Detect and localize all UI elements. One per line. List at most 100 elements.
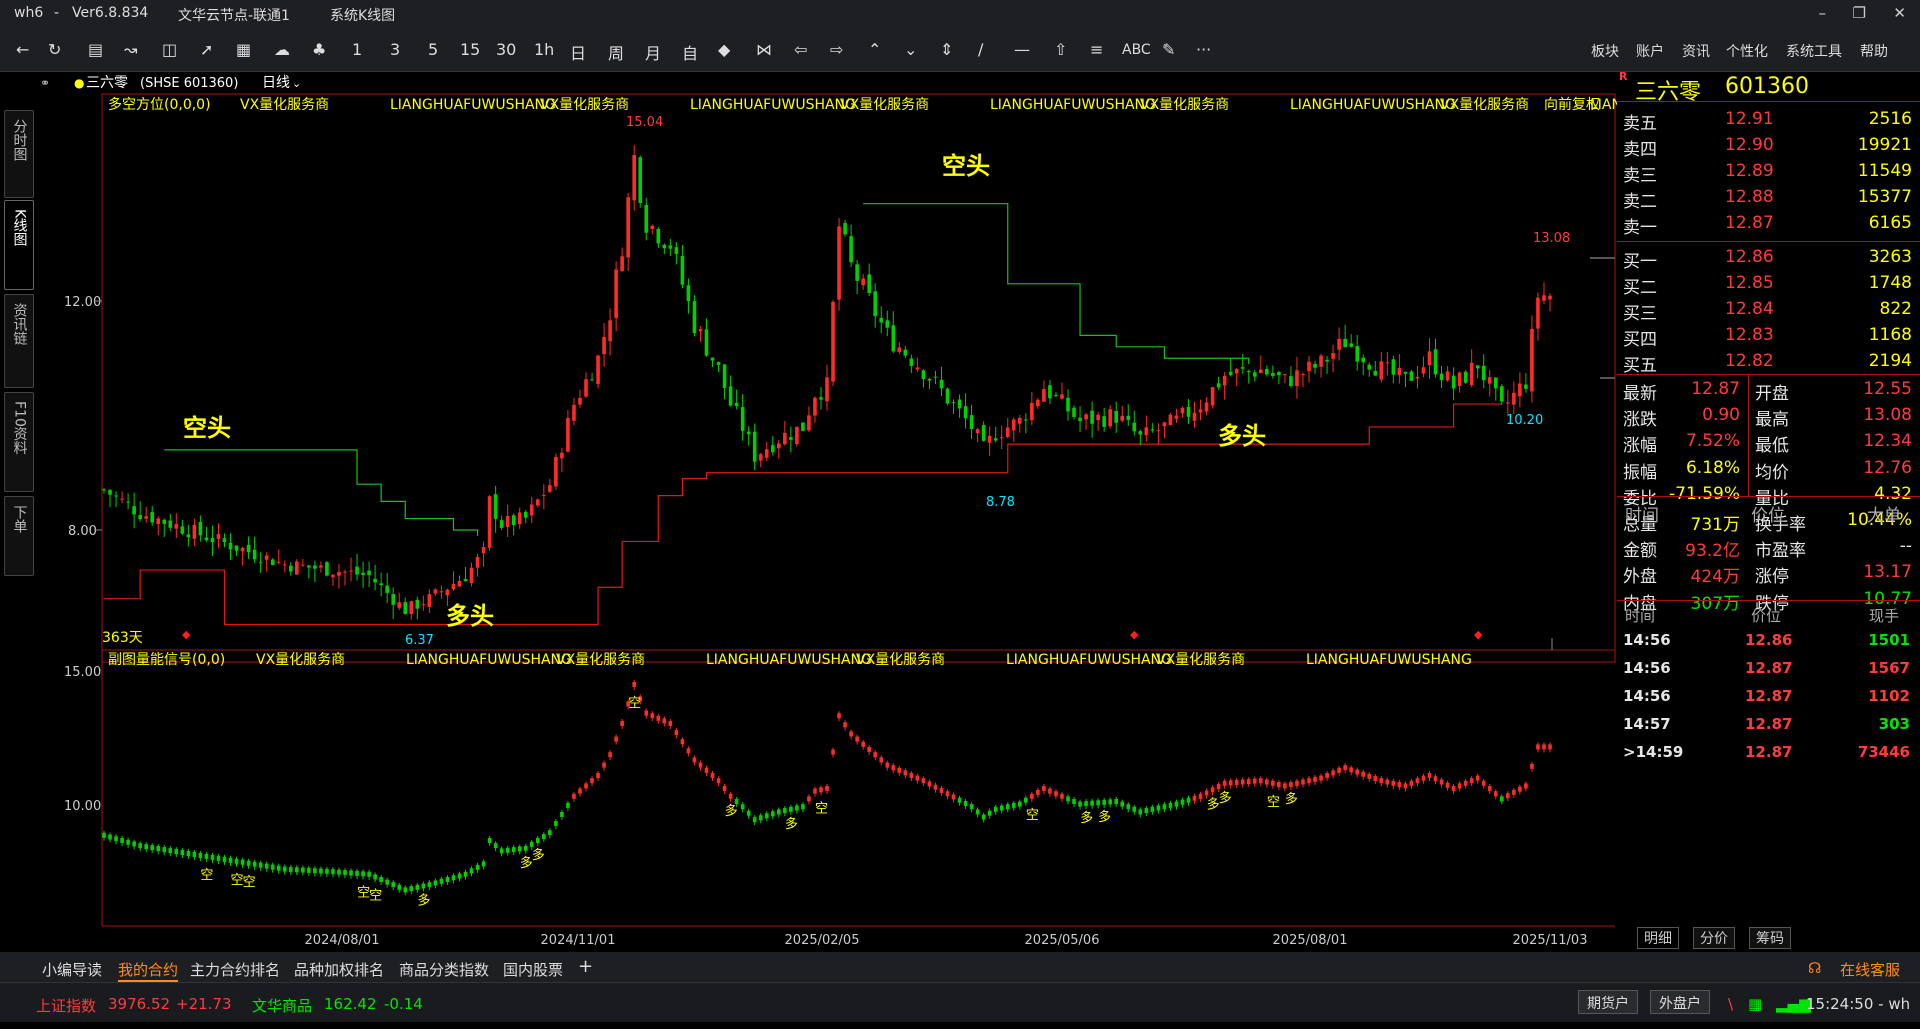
stat-label: 最新 — [1623, 384, 1657, 404]
period-day[interactable]: 日 — [570, 40, 586, 64]
index1-name[interactable]: 上证指数 — [36, 995, 96, 1016]
btab-guide[interactable]: 小编导读 — [42, 959, 102, 980]
ask-row[interactable]: 卖二 12.88 15377 — [1617, 184, 1920, 212]
indicator-icon[interactable]: ▦ — [236, 40, 251, 59]
text-tool-button[interactable]: ABC — [1122, 42, 1151, 58]
tick-row[interactable]: >14:59 12.87 73446 — [1617, 740, 1920, 766]
stat-row[interactable]: 最新 12.87 开盘 12.55 — [1617, 376, 1920, 404]
back-icon[interactable]: ← — [16, 40, 29, 59]
chevron-down-icon[interactable]: ⌄ — [292, 77, 301, 90]
stat-row[interactable]: 振幅 6.18% 均价 12.76 — [1617, 455, 1920, 483]
bid-row[interactable]: 买五 12.82 2194 — [1617, 348, 1920, 376]
server-node[interactable]: 文华云节点-联通1 — [178, 5, 290, 25]
period-1[interactable]: 1 — [352, 40, 362, 59]
bell-icon[interactable]: ♣ — [312, 40, 326, 59]
list-icon[interactable]: ▤ — [88, 40, 103, 59]
shrink-h-icon[interactable]: ⋈ — [756, 40, 772, 59]
cloud-sync-icon[interactable]: ☁ — [274, 40, 290, 59]
bid-row[interactable]: 买三 12.84 822 — [1617, 296, 1920, 324]
candle-body — [843, 223, 847, 235]
hline-icon[interactable]: — — [1014, 40, 1030, 59]
adjust-mode[interactable]: 向前复权 — [1544, 96, 1600, 113]
bid-row[interactable]: 买二 12.85 1748 — [1617, 270, 1920, 298]
minimize-icon[interactable]: – — [1819, 4, 1827, 22]
stat-row[interactable]: 外盘 424万 涨停 13.17 — [1617, 559, 1920, 587]
subtab-chips[interactable]: 筹码 — [1749, 927, 1791, 949]
th2-price: 价位 — [1751, 607, 1782, 625]
tick-row[interactable]: 14:57 12.87 303 — [1617, 712, 1920, 738]
zoom-in-icon[interactable]: ⌃ — [868, 40, 881, 59]
headset-icon[interactable]: ☊ — [1808, 959, 1821, 977]
subtab-price[interactable]: 分价 — [1693, 927, 1735, 949]
close-icon[interactable]: ✕ — [1893, 4, 1906, 22]
menu-personalize[interactable]: 个性化 — [1726, 41, 1768, 61]
menu-sector[interactable]: 板块 — [1591, 41, 1619, 61]
fib-icon[interactable]: ≡ — [1090, 40, 1103, 59]
tick-row[interactable]: 14:56 12.87 1102 — [1617, 684, 1920, 710]
sub-indicator-title[interactable]: 副图量能信号(0,0) — [108, 652, 225, 668]
candle-body — [644, 205, 649, 233]
line-draw-icon[interactable]: ∕ — [978, 40, 983, 59]
candle-body — [686, 285, 691, 302]
expand-h-icon[interactable]: ◆ — [718, 40, 730, 59]
period-30[interactable]: 30 — [496, 40, 516, 59]
more-button[interactable]: ··· — [1196, 40, 1211, 59]
main-indicator-title[interactable]: 多空方位(0,0,0) — [108, 96, 211, 113]
period-month[interactable]: 月 — [645, 40, 661, 64]
foreign-account-button[interactable]: 外盘户 — [1650, 990, 1710, 1014]
bid-row[interactable]: 买四 12.83 1168 — [1617, 322, 1920, 350]
maximize-icon[interactable]: ❐ — [1853, 4, 1866, 22]
btab-weight-rank[interactable]: 品种加权排名 — [294, 959, 384, 980]
index2-name[interactable]: 文华商品 — [252, 995, 312, 1016]
tick-row[interactable]: 14:56 12.87 1567 — [1617, 656, 1920, 682]
arrow-up-icon[interactable]: ⇧ — [1054, 40, 1067, 59]
add-tab-button[interactable]: + — [578, 956, 593, 977]
period-3[interactable]: 3 — [390, 40, 400, 59]
ask-row[interactable]: 卖四 12.90 19921 — [1617, 132, 1920, 160]
grid-icon[interactable]: ▦ — [1748, 995, 1762, 1013]
menu-account[interactable]: 账户 — [1636, 41, 1664, 61]
ask-row[interactable]: 卖五 12.91 2516 — [1617, 106, 1920, 134]
sub-body — [909, 773, 914, 778]
period-select[interactable]: 日线 — [262, 75, 290, 91]
futures-account-button[interactable]: 期货户 — [1578, 990, 1638, 1014]
scroll-left-icon[interactable]: ⇦ — [794, 40, 807, 59]
period-1h[interactable]: 1h — [534, 40, 554, 59]
subtab-detail[interactable]: 明细 — [1637, 927, 1679, 949]
symbol-name[interactable]: 三六零 — [86, 75, 128, 91]
candle-body — [156, 518, 161, 525]
refresh-icon[interactable]: ↻ — [48, 40, 61, 59]
zoom-out-icon[interactable]: ⌄ — [904, 40, 917, 59]
menu-help[interactable]: 帮助 — [1860, 41, 1888, 61]
online-service-button[interactable]: 在线客服 — [1840, 959, 1900, 980]
ask-row[interactable]: 卖一 12.87 6165 — [1617, 210, 1920, 238]
ask-row[interactable]: 卖三 12.89 11549 — [1617, 158, 1920, 186]
period-5[interactable]: 5 — [428, 40, 438, 59]
period-week[interactable]: 周 — [608, 40, 624, 64]
line-chart-icon[interactable]: ↝ — [124, 40, 137, 59]
menu-news[interactable]: 资讯 — [1682, 41, 1710, 61]
stat-row[interactable]: 涨跌 0.90 最高 13.08 — [1617, 402, 1920, 430]
candle-body — [1011, 419, 1016, 431]
btab-category-index[interactable]: 商品分类指数 — [399, 959, 489, 980]
eraser-icon[interactable]: ✎ — [1162, 40, 1175, 59]
tick-row[interactable]: 14:56 12.86 1501 — [1617, 628, 1920, 654]
btab-main-rank[interactable]: 主力合约排名 — [190, 959, 280, 980]
kline-chart[interactable]: ⚭ ● 三六零 (SHSE 601360) 日线 ⌄ 多空方位(0,0,0) V… — [0, 72, 1617, 952]
stat-row[interactable]: 涨幅 7.52% 最低 12.34 — [1617, 428, 1920, 456]
menu-tools[interactable]: 系统工具 — [1786, 41, 1842, 61]
crosshair-icon[interactable]: ⇕ — [940, 40, 953, 59]
period-custom[interactable]: 自 — [682, 40, 698, 64]
stat-row[interactable]: 金额 93.2亿 市盈率 -- — [1617, 533, 1920, 561]
period-15[interactable]: 15 — [460, 40, 480, 59]
drawing-icon[interactable]: ➚ — [200, 40, 213, 59]
btab-my-contracts[interactable]: 我的合约 — [118, 959, 179, 982]
scroll-right-icon[interactable]: ⇨ — [830, 40, 843, 59]
sub-body — [921, 778, 926, 784]
btab-domestic-stocks[interactable]: 国内股票 — [503, 959, 563, 980]
bid-row[interactable]: 买一 12.86 3263 — [1617, 244, 1920, 272]
candle-body — [987, 435, 992, 443]
link-icon[interactable]: ⚭ — [40, 76, 50, 90]
candle-icon[interactable]: ◫ — [162, 40, 177, 59]
sub-body — [1445, 782, 1450, 788]
